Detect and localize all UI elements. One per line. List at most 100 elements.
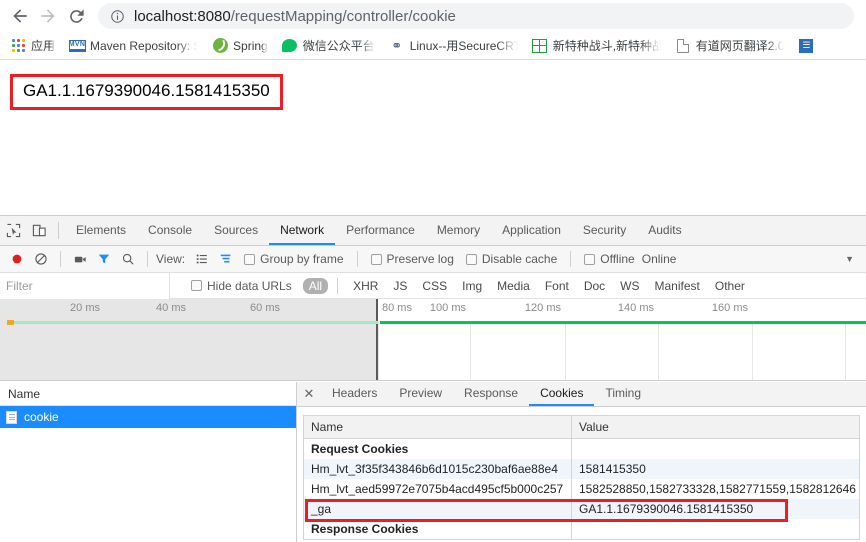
bookmark-label: 微信公众平台 (302, 39, 375, 53)
toolbar-divider (58, 222, 59, 239)
checkbox-box (584, 253, 596, 265)
filter-type-xhr[interactable]: XHR (347, 278, 384, 294)
bookmark-extra[interactable]: ☰ (792, 35, 820, 57)
cookie-section-value (572, 519, 860, 540)
bookmark-maven[interactable]: MVN Maven Repository: S (63, 35, 204, 57)
checkbox-label: Group by frame (260, 252, 344, 266)
filter-type-media[interactable]: Media (491, 278, 536, 294)
back-button[interactable] (6, 2, 34, 30)
filter-input[interactable] (0, 272, 170, 299)
network-overview[interactable]: 20 ms 40 ms 60 ms 80 ms 100 ms 120 ms 14… (0, 299, 866, 381)
page-cookie-value: GA1.1.1679390046.1581415350 (10, 74, 283, 110)
tick-label: 60 ms (250, 302, 280, 314)
info-circle-icon[interactable] (110, 9, 125, 24)
table-row-ga[interactable]: _ga GA1.1.1679390046.1581415350 (303, 499, 860, 519)
cookie-name: Hm_lvt_3f35f343846b6d1015c230baf6ae88e4 (303, 459, 572, 479)
toolbar-divider (60, 251, 61, 267)
chevron-down-icon[interactable]: ▼ (839, 254, 860, 264)
checkbox-label: Hide data URLs (207, 278, 292, 293)
filter-type-font[interactable]: Font (539, 278, 575, 294)
tab-console[interactable]: Console (137, 216, 203, 245)
request-list-pane: Name cookie (0, 382, 297, 542)
timeline-ruler: 20 ms 40 ms 60 ms 80 ms 100 ms 120 ms 14… (0, 299, 866, 321)
checkbox-box (191, 280, 202, 291)
detail-tab-response[interactable]: Response (453, 382, 529, 406)
forward-button[interactable] (34, 2, 62, 30)
tab-memory[interactable]: Memory (426, 216, 491, 245)
toolbar-divider (356, 251, 358, 267)
tab-application[interactable]: Application (491, 216, 572, 245)
request-row-cookie[interactable]: cookie (0, 406, 296, 428)
table-row: Request Cookies (303, 438, 860, 460)
tab-security[interactable]: Security (572, 216, 637, 245)
column-header-cookie-name: Name (303, 415, 572, 439)
checkbox-box (465, 253, 477, 265)
bookmark-spring[interactable]: Spring (206, 35, 274, 57)
filter-type-ws[interactable]: WS (614, 278, 645, 294)
filter-type-all[interactable]: All (302, 277, 329, 294)
tab-network[interactable]: Network (269, 216, 336, 245)
maven-icon: MVN (68, 38, 86, 54)
table-row[interactable]: Hm_lvt_3f35f343846b6d1015c230baf6ae88e4 … (303, 459, 860, 479)
device-toolbar-icon[interactable] (26, 216, 52, 245)
checkbox-box (244, 253, 256, 265)
filter-funnel-icon[interactable] (93, 248, 115, 270)
reload-button[interactable] (62, 2, 90, 30)
filter-type-doc[interactable]: Doc (578, 278, 611, 294)
cookie-value: GA1.1.1679390046.1581415350 (579, 502, 754, 516)
cookie-name: Hm_lvt_aed59972e7075b4acd495cf5b000c257 (303, 479, 572, 499)
close-icon[interactable]: ✕ (297, 382, 321, 406)
toolbar-divider (147, 251, 148, 267)
bookmark-label: Linux--用SecureCRT (409, 39, 518, 53)
filter-type-js[interactable]: JS (387, 278, 413, 294)
cookies-table: Name Value Request Cookies Hm_lvt_3f35f3… (303, 415, 860, 540)
bookmark-label: 应用 (31, 39, 56, 53)
record-button-icon[interactable] (6, 248, 28, 270)
filter-type-manifest[interactable]: Manifest (649, 278, 706, 294)
tab-audits[interactable]: Audits (637, 216, 692, 245)
tick-label: 80 ms (382, 302, 412, 314)
bookmark-label: Maven Repository: S (90, 38, 199, 53)
cookie-section-value (572, 439, 860, 460)
bookmark-zhanshi[interactable]: 新特种战斗,新特种战 (526, 34, 667, 57)
filter-type-other[interactable]: Other (709, 278, 751, 294)
address-bar[interactable]: localhost:8080/requestMapping/controller… (98, 3, 854, 29)
detail-tab-cookies[interactable]: Cookies (529, 382, 595, 406)
filter-type-css[interactable]: CSS (416, 278, 453, 294)
bookmark-apps[interactable]: 应用 (4, 34, 61, 57)
checkbox-label: Offline (600, 252, 635, 266)
cookies-table-header-row: Name Value (303, 415, 860, 439)
bookmarks-bar: 应用 MVN Maven Repository: S Spring 微信公众平台… (0, 32, 866, 60)
camera-icon[interactable] (69, 248, 91, 270)
filter-type-img[interactable]: Img (456, 278, 488, 294)
throttling-select[interactable]: Online (642, 252, 677, 266)
request-detail-pane: ✕ Headers Preview Response Cookies Timin… (297, 382, 866, 542)
disable-cache-checkbox[interactable]: Disable cache (461, 252, 562, 266)
tab-performance[interactable]: Performance (335, 216, 426, 245)
search-icon[interactable] (117, 248, 139, 270)
column-header-name: Name (8, 386, 41, 401)
waterfall-view-icon[interactable] (215, 248, 237, 270)
detail-tab-preview[interactable]: Preview (388, 382, 453, 406)
clear-icon[interactable] (30, 248, 52, 270)
cookie-value: 1582528850,1582733328,1582771559,1582812… (579, 482, 856, 496)
detail-tab-headers[interactable]: Headers (321, 382, 388, 406)
bookmark-wechat[interactable]: 微信公众平台 (276, 34, 381, 57)
bookmark-securecrt[interactable]: ⚭ Linux--用SecureCRT (383, 34, 524, 57)
bookmark-youdao[interactable]: 有道网页翻译2.0 (669, 34, 791, 57)
hide-data-urls-checkbox[interactable]: Hide data URLs (186, 279, 297, 293)
column-header-cookie-value: Value (571, 415, 860, 439)
group-by-frame-checkbox[interactable]: Group by frame (239, 252, 348, 266)
inspect-element-icon[interactable] (0, 216, 26, 245)
list-view-icon[interactable] (191, 248, 213, 270)
request-list-header: Name (0, 382, 296, 406)
offline-checkbox[interactable]: Offline (579, 252, 639, 266)
overview-bar-dim (14, 321, 378, 324)
preserve-log-checkbox[interactable]: Preserve log (366, 252, 459, 266)
document-icon (6, 410, 17, 424)
tab-sources[interactable]: Sources (203, 216, 269, 245)
tab-elements[interactable]: Elements (65, 216, 137, 245)
table-row[interactable]: Hm_lvt_aed59972e7075b4acd495cf5b000c257 … (303, 479, 860, 499)
detail-tab-timing[interactable]: Timing (594, 382, 652, 406)
spring-leaf-icon (212, 38, 228, 54)
